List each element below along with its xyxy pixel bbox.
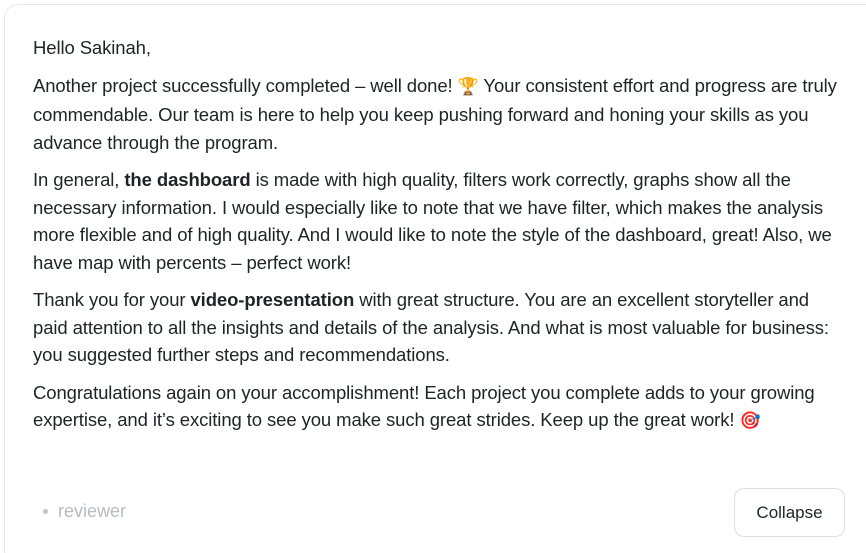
paragraph-presentation-text-start: Thank you for your	[33, 289, 191, 310]
paragraph-congratulations-text: Congratulations again on your accomplish…	[33, 381, 815, 431]
target-icon: 🎯	[739, 411, 761, 431]
trophy-icon: 🏆	[457, 76, 479, 97]
paragraph-dashboard: In general, the dashboard is made with h…	[33, 166, 848, 276]
review-message: Hello Sakinah, Another project successfu…	[33, 34, 848, 446]
bullet-dot-icon	[43, 509, 48, 514]
greeting: Hello Sakinah,	[33, 37, 151, 58]
paragraph-completion: Another project successfully completed –…	[33, 72, 848, 157]
author-label: reviewer	[58, 501, 127, 521]
collapse-button[interactable]: Collapse	[734, 488, 845, 537]
paragraph-dashboard-text-start: In general,	[33, 169, 125, 190]
paragraph-presentation: Thank you for your video-presentation wi…	[33, 286, 848, 369]
dashboard-highlight: the dashboard	[124, 169, 251, 190]
paragraph-completion-text-start: Another project successfully completed –…	[33, 74, 458, 96]
presentation-highlight: video-presentation	[190, 289, 355, 310]
paragraph-congratulations: Congratulations again on your accomplish…	[33, 379, 848, 436]
author-meta: reviewer	[43, 501, 126, 522]
